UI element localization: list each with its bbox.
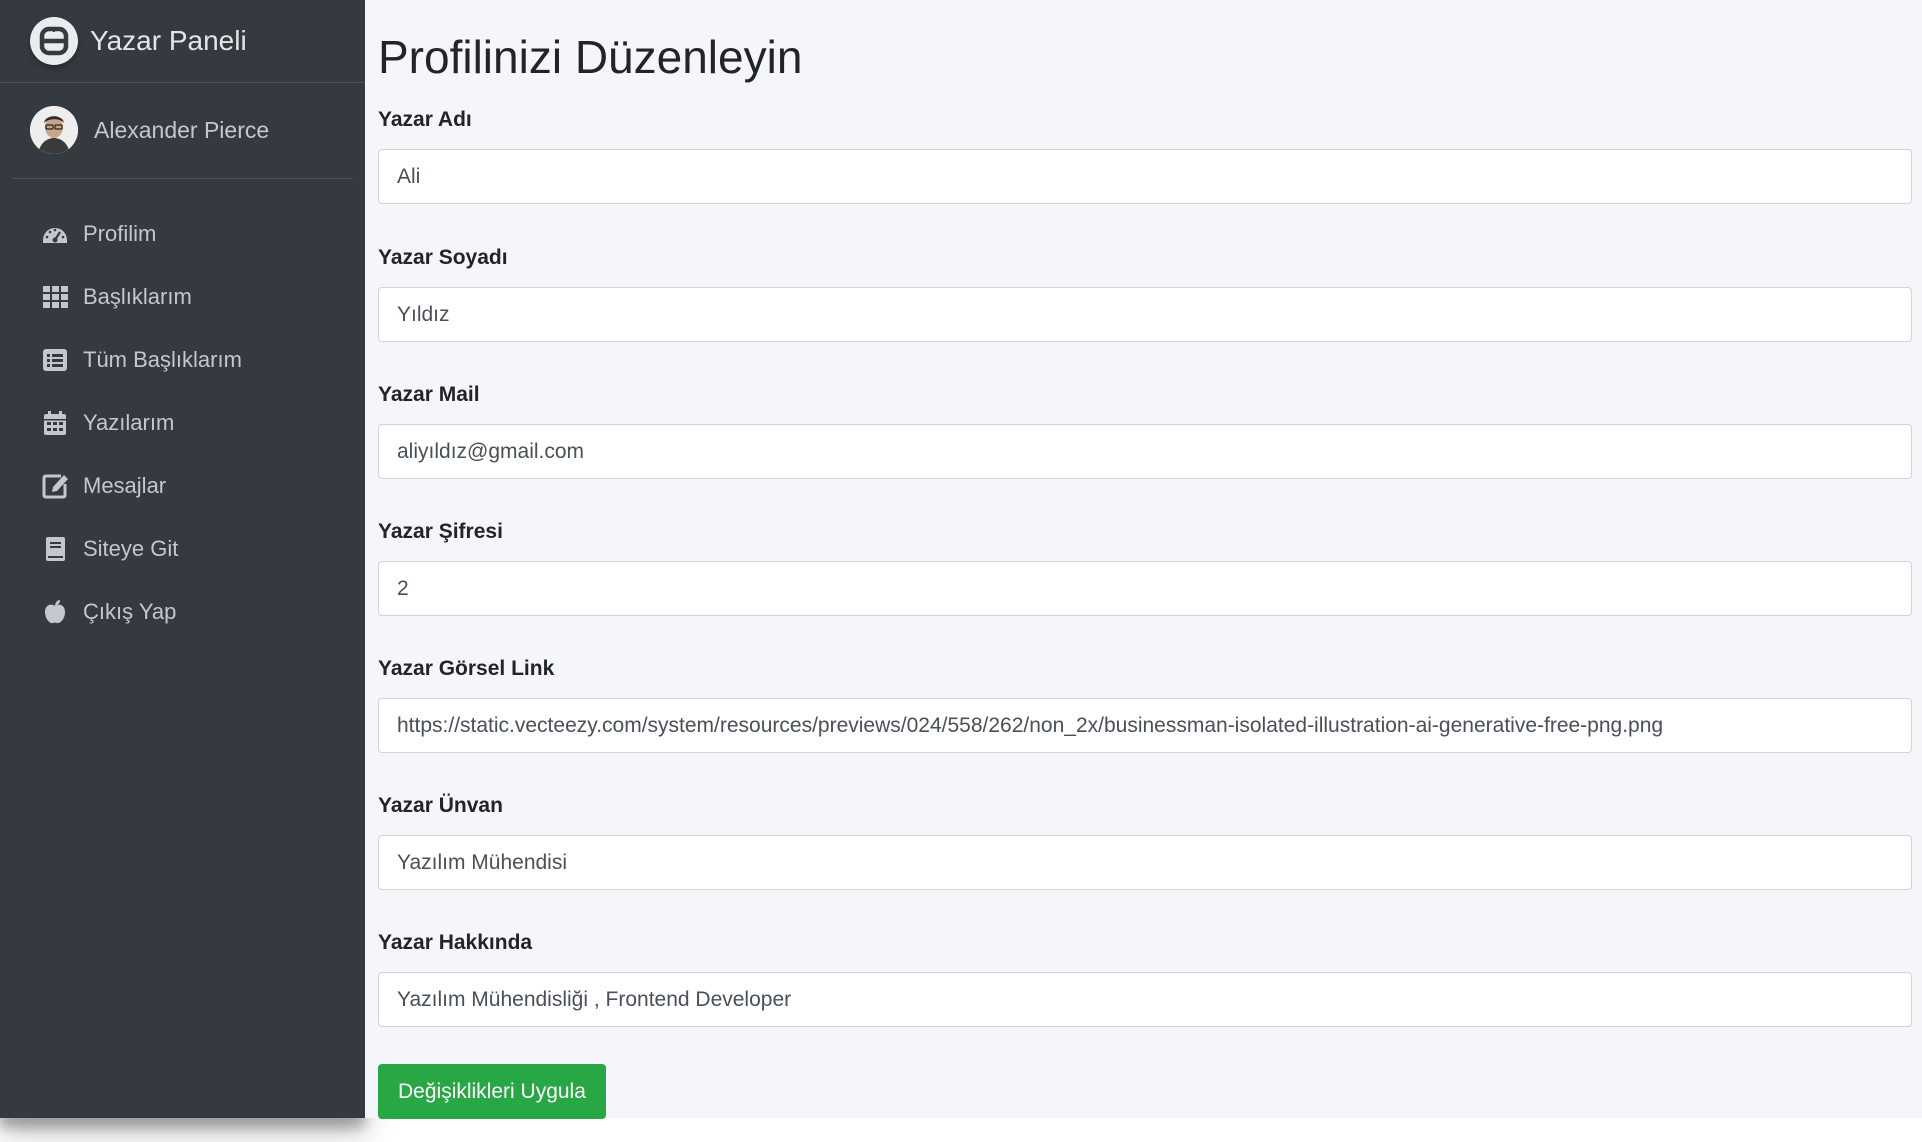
apply-changes-button[interactable]: Değişiklikleri Uygula — [378, 1064, 606, 1119]
brand-logo-icon — [30, 17, 78, 65]
brand-title: Yazar Paneli — [90, 25, 247, 56]
sidebar-item-basliklarim[interactable]: Başlıklarım — [0, 265, 365, 328]
main-sidebar: Yazar Paneli Alexander Pierce Profilim B… — [0, 0, 365, 1118]
list-icon — [41, 346, 69, 374]
author-name-label: Yazar Adı — [378, 108, 472, 131]
user-name[interactable]: Alexander Pierce — [94, 117, 269, 144]
author-title-label: Yazar Ünvan — [378, 794, 503, 817]
grid-icon — [41, 283, 69, 311]
sidebar-item-label: Mesajlar — [83, 472, 167, 498]
sidebar-item-label: Siteye Git — [83, 535, 179, 561]
sidebar-item-label: Tüm Başlıklarım — [83, 346, 242, 372]
sidebar-item-cikis-yap[interactable]: Çıkış Yap — [0, 580, 365, 643]
page-title: Profilinizi Düzenleyin — [378, 31, 803, 83]
author-about-label: Yazar Hakkında — [378, 931, 533, 954]
author-surname-label: Yazar Soyadı — [378, 246, 508, 269]
tachometer-icon — [41, 220, 69, 248]
content-wrapper: Profilinizi Düzenleyin Yazar Adı Yazar S… — [365, 0, 1922, 1119]
sidebar-item-label: Profilim — [83, 220, 157, 246]
author-mail-input[interactable] — [378, 424, 1912, 479]
author-title-input[interactable] — [378, 835, 1912, 890]
author-surname-input[interactable] — [378, 287, 1912, 342]
user-avatar — [30, 106, 78, 154]
author-image-link-input[interactable] — [378, 698, 1912, 753]
sidebar-item-profilim[interactable]: Profilim — [0, 202, 365, 265]
author-about-input[interactable] — [378, 972, 1912, 1027]
sidebar-item-mesajlar[interactable]: Mesajlar — [0, 454, 365, 517]
sidebar-item-tum-basliklarim[interactable]: Tüm Başlıklarım — [0, 328, 365, 391]
author-name-input[interactable] — [378, 149, 1912, 204]
brand-link[interactable]: Yazar Paneli — [0, 0, 365, 83]
author-password-label: Yazar Şifresi — [378, 520, 503, 543]
edit-icon — [41, 472, 69, 500]
user-panel[interactable]: Alexander Pierce — [12, 82, 353, 179]
calendar-icon — [41, 409, 69, 437]
author-image-link-label: Yazar Görsel Link — [378, 657, 555, 680]
author-password-input[interactable] — [378, 561, 1912, 616]
sidebar-item-siteye-git[interactable]: Siteye Git — [0, 517, 365, 580]
sidebar-item-label: Çıkış Yap — [83, 598, 177, 624]
apple-icon — [41, 598, 69, 626]
sidebar-item-label: Başlıklarım — [83, 283, 192, 309]
author-mail-label: Yazar Mail — [378, 383, 480, 406]
sidebar-item-yazilarim[interactable]: Yazılarım — [0, 391, 365, 454]
sidebar-nav: Profilim Başlıklarım Tüm Başlıklarım Yaz… — [0, 202, 365, 643]
sidebar-item-label: Yazılarım — [83, 409, 175, 435]
book-icon — [41, 535, 69, 563]
